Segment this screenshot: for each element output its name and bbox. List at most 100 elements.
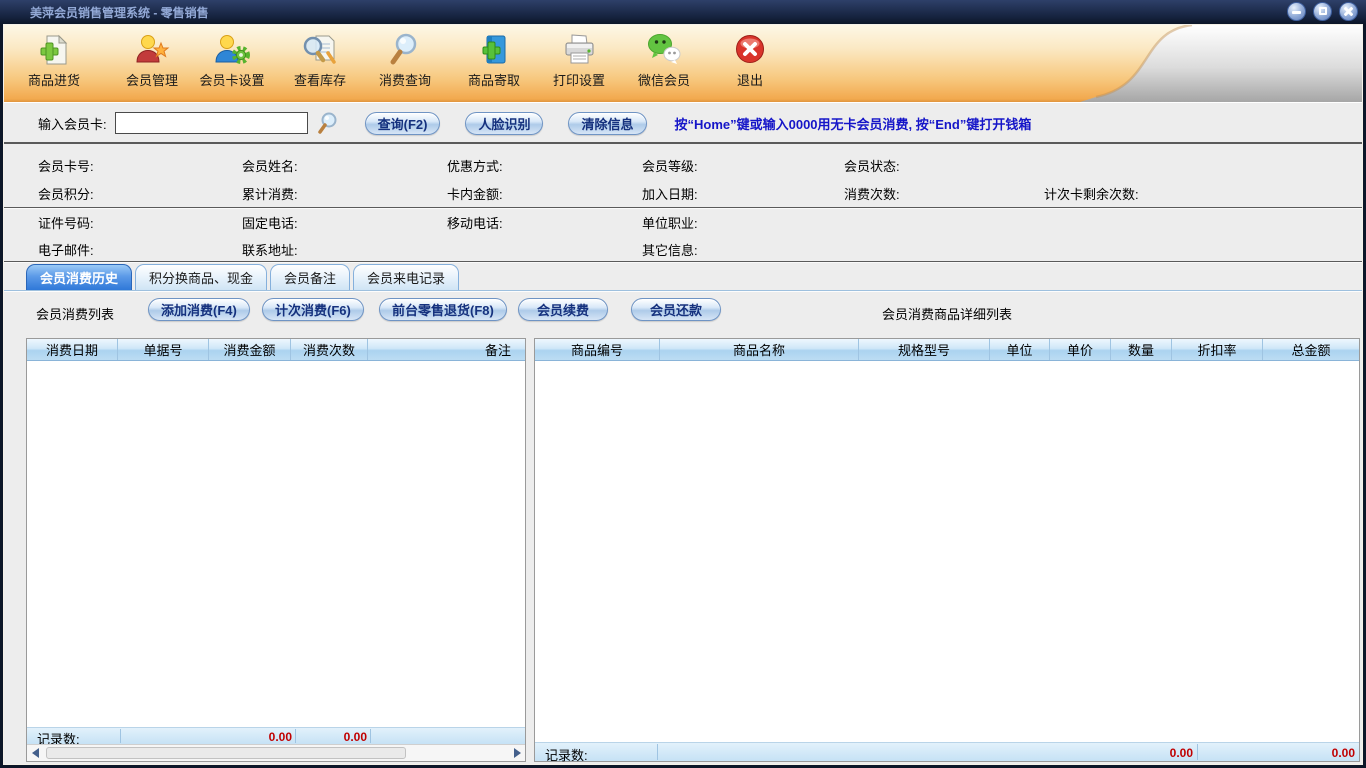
consumption-table: 消费日期 单据号 消费金额 消费次数 备注 记录数: 0.00 0.00 [26, 338, 526, 762]
member-star-icon [134, 33, 170, 67]
toolbar-item-label: 打印设置 [553, 70, 605, 89]
app-frame: 商品进货 会员管理 会员卡设置 [3, 24, 1363, 765]
inventory-search-icon [302, 33, 338, 67]
toolbar-item-label: 商品进货 [28, 70, 80, 89]
toolbar-item-exit[interactable]: 退出 [704, 33, 796, 89]
total-spent-label: 累计消费: [242, 184, 298, 203]
count-consumption-button[interactable]: 计次消费(F6) [262, 298, 364, 321]
query-button[interactable]: 查询(F2) [365, 112, 441, 135]
app-window: 美萍会员销售管理系统 - 零售销售 [0, 0, 1366, 768]
consumption-list-label: 会员消费列表 [36, 304, 114, 323]
col-consume-date[interactable]: 消费日期 [27, 339, 118, 360]
clear-info-button[interactable]: 清除信息 [568, 112, 646, 135]
exit-icon [733, 33, 767, 67]
member-card-no-label: 会员卡号: [38, 156, 94, 175]
record-times-value: 0.00 [299, 730, 367, 744]
wechat-icon [647, 33, 681, 67]
times-left-label: 计次卡剩余次数: [1044, 184, 1139, 203]
divider [1197, 744, 1198, 760]
toolbar-item-goods-purchase[interactable]: 商品进货 [8, 33, 100, 89]
toolbar-item-card-settings[interactable]: 会员卡设置 [186, 33, 278, 89]
toolbar-item-label: 消费查询 [379, 70, 431, 89]
book-plus-icon [477, 33, 511, 67]
toolbar-item-member-manage[interactable]: 会员管理 [106, 33, 198, 89]
join-date-label: 加入日期: [642, 184, 698, 203]
record-count-label: 记录数: [545, 745, 588, 764]
col-unit-price[interactable]: 单价 [1050, 339, 1111, 360]
record-total-value: 0.00 [1265, 746, 1355, 760]
toolbar-item-label: 会员卡设置 [199, 70, 264, 89]
card-balance-label: 卡内金额: [447, 184, 503, 203]
maximize-button[interactable] [1313, 2, 1332, 21]
toolbar-item-view-inventory[interactable]: 查看库存 [274, 33, 366, 89]
col-remark[interactable]: 备注 [368, 339, 525, 360]
toolbar-item-wechat-member[interactable]: 微信会员 [618, 33, 710, 89]
window-controls [1287, 2, 1358, 21]
scroll-right-arrow[interactable] [509, 745, 525, 761]
member-card-search-bar: 输入会员卡: 查询(F2) 人脸识别 清除信息 按“Home”键或输入0000用… [4, 104, 1362, 144]
magnifier-icon [316, 111, 340, 135]
toolbar-item-consume-query[interactable]: 消费查询 [359, 33, 451, 89]
retail-refund-button[interactable]: 前台零售退货(F8) [379, 298, 507, 321]
tab-consumption-history[interactable]: 会员消费历史 [26, 264, 132, 290]
minimize-button[interactable] [1287, 2, 1306, 21]
tab-call-records[interactable]: 会员来电记录 [353, 264, 459, 290]
id-number-label: 证件号码: [38, 213, 94, 232]
toolbar-item-goods-deposit[interactable]: 商品寄取 [448, 33, 540, 89]
detail-list-label: 会员消费商品详细列表 [534, 304, 1360, 323]
col-receipt-no[interactable]: 单据号 [118, 339, 209, 360]
main-panel: 会员消费列表 添加消费(F4) 计次消费(F6) 前台零售退货(F8) 会员续费… [4, 291, 1362, 764]
mobile-label: 移动电话: [447, 213, 503, 232]
toolbar-item-label: 微信会员 [638, 70, 690, 89]
scrollbar-thumb[interactable] [46, 747, 406, 759]
col-unit[interactable]: 单位 [990, 339, 1050, 360]
visit-count-label: 消费次数: [844, 184, 900, 203]
divider [370, 729, 371, 743]
record-amount-value: 0.00 [187, 730, 292, 744]
col-spec-model[interactable]: 规格型号 [859, 339, 990, 360]
toolbar-item-label: 会员管理 [126, 70, 178, 89]
close-button[interactable] [1339, 2, 1358, 21]
toolbar-item-label: 查看库存 [294, 70, 346, 89]
divider [120, 729, 121, 743]
face-recognition-button[interactable]: 人脸识别 [465, 112, 543, 135]
other-info-label: 其它信息: [642, 240, 698, 259]
divider [657, 744, 658, 760]
member-name-label: 会员姓名: [242, 156, 298, 175]
detail-table-body[interactable] [535, 361, 1359, 742]
member-info-panel: 会员卡号: 会员姓名: 优惠方式: 会员等级: 会员状态: 会员积分: 累计消费… [4, 146, 1362, 262]
col-total[interactable]: 总金额 [1263, 339, 1359, 360]
horizontal-scrollbar[interactable] [27, 744, 525, 761]
tab-member-notes[interactable]: 会员备注 [270, 264, 350, 290]
printer-icon [562, 33, 596, 67]
record-qty-value: 0.00 [1093, 746, 1193, 760]
toolbar-item-print-settings[interactable]: 打印设置 [533, 33, 625, 89]
hotkey-hint: 按“Home”键或输入0000用无卡会员消费, 按“End”键打开钱箱 [675, 114, 1032, 133]
consumption-table-body[interactable] [27, 361, 525, 727]
toolbar-decoration [1080, 25, 1362, 102]
detail-table: 商品编号 商品名称 规格型号 单位 单价 数量 折扣率 总金额 记录数: 0.0… [534, 338, 1360, 762]
maximize-icon [1319, 7, 1327, 15]
col-discount[interactable]: 折扣率 [1172, 339, 1263, 360]
col-consume-count[interactable]: 消费次数 [291, 339, 368, 360]
landline-label: 固定电话: [242, 213, 298, 232]
occupation-label: 单位职业: [642, 213, 698, 232]
tab-points-exchange[interactable]: 积分换商品、现金 [135, 264, 267, 290]
toolbar: 商品进货 会员管理 会员卡设置 [4, 25, 1362, 103]
scroll-left-arrow[interactable] [27, 745, 43, 761]
minimize-icon [1292, 11, 1301, 14]
consumption-table-header: 消费日期 单据号 消费金额 消费次数 备注 [27, 339, 525, 361]
col-quantity[interactable]: 数量 [1111, 339, 1172, 360]
add-consumption-button[interactable]: 添加消费(F4) [148, 298, 250, 321]
card-input-label: 输入会员卡: [38, 114, 107, 133]
col-goods-no[interactable]: 商品编号 [535, 339, 660, 360]
divider [4, 207, 1362, 208]
col-consume-amount[interactable]: 消费金额 [209, 339, 291, 360]
divider [295, 729, 296, 743]
col-goods-name[interactable]: 商品名称 [660, 339, 859, 360]
member-gear-icon [214, 33, 250, 67]
member-points-label: 会员积分: [38, 184, 94, 203]
member-card-input[interactable] [115, 112, 308, 134]
member-level-label: 会员等级: [642, 156, 698, 175]
detail-table-footer: 记录数: 0.00 0.00 [535, 742, 1359, 761]
